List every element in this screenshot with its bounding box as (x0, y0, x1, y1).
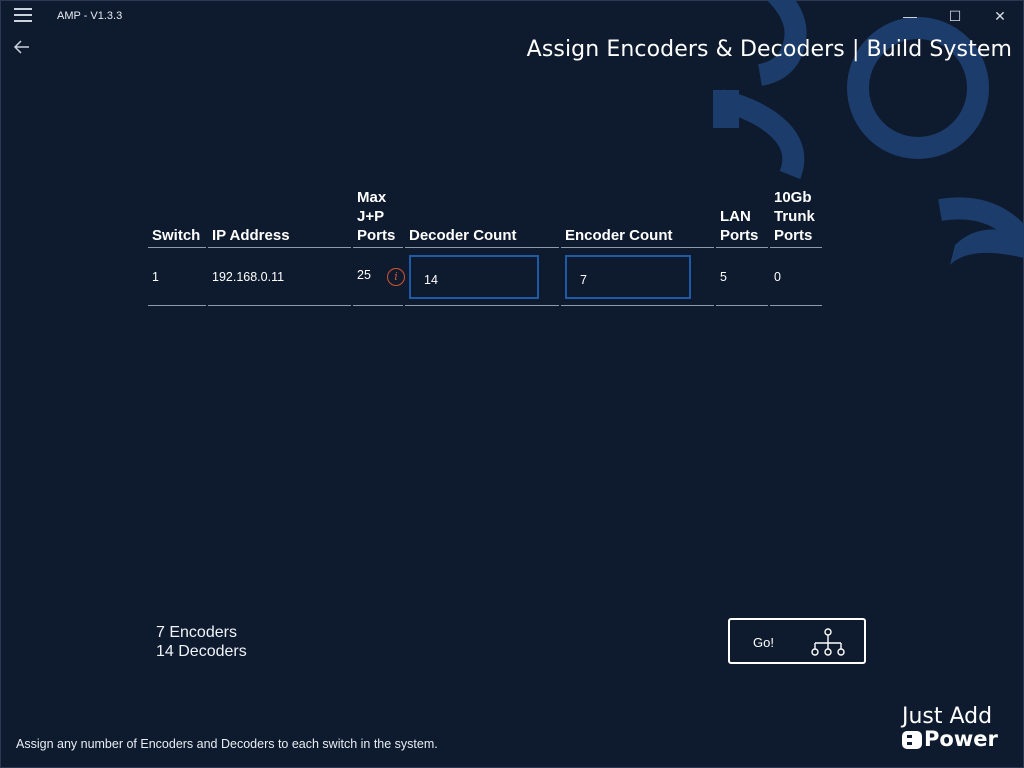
summary: 7 Encoders 14 Decoders (156, 623, 247, 661)
close-button[interactable]: ✕ (988, 6, 1012, 26)
logo-line2: Power (924, 727, 998, 751)
cell-encoder-count (561, 248, 714, 306)
go-button-label: Go! (753, 635, 774, 650)
cell-lan-ports: 5 (716, 248, 768, 306)
cell-ip-address: 192.168.0.11 (208, 248, 351, 306)
app-title: AMP - V1.3.3 (57, 10, 123, 22)
maximize-button[interactable]: ☐ (943, 6, 967, 26)
summary-decoders: 14 Decoders (156, 643, 247, 660)
max-ports-value: 25 (357, 268, 371, 282)
footer-hint: Assign any number of Encoders and Decode… (16, 737, 438, 751)
header-max-ports: Max J+P Ports (353, 188, 403, 248)
window-border (0, 0, 1024, 768)
table-row: 1 192.168.0.11 25 i 5 0 (148, 248, 822, 306)
decoder-count-input[interactable] (409, 254, 539, 299)
network-tree-icon (810, 627, 846, 664)
cell-decoder-count (405, 248, 559, 306)
minimize-button[interactable]: — (898, 6, 922, 26)
page-title: Assign Encoders & Decoders | Build Syste… (526, 37, 1012, 62)
header-switch: Switch (148, 188, 206, 248)
header-trunk-ports: 10Gb Trunk Ports (770, 188, 822, 248)
switch-table: Switch IP Address Max J+P Ports Decoder … (146, 188, 824, 306)
cell-trunk-ports: 0 (770, 248, 822, 306)
cell-max-ports: 25 i (353, 248, 405, 306)
logo-line1: Just Add (902, 704, 993, 729)
background-decoration (713, 0, 1024, 265)
back-arrow-icon[interactable] (12, 38, 36, 58)
summary-encoders: 7 Encoders (156, 624, 237, 641)
encoder-count-input[interactable] (565, 254, 691, 299)
hamburger-menu-icon[interactable] (14, 8, 32, 24)
info-icon[interactable]: i (387, 268, 405, 286)
header-lan-ports: LAN Ports (716, 188, 768, 248)
go-button[interactable]: Go! (728, 618, 866, 664)
header-encoder-count: Encoder Count (561, 188, 714, 248)
header-decoder-count: Decoder Count (405, 188, 559, 248)
just-add-power-logo: Just Add Power (900, 704, 1010, 752)
header-ip-address: IP Address (208, 188, 351, 248)
title-bar: AMP - V1.3.3 — ☐ ✕ (0, 0, 1024, 34)
table-header-row: Switch IP Address Max J+P Ports Decoder … (148, 188, 822, 248)
cell-switch: 1 (148, 248, 206, 306)
power-plug-icon (902, 731, 922, 754)
